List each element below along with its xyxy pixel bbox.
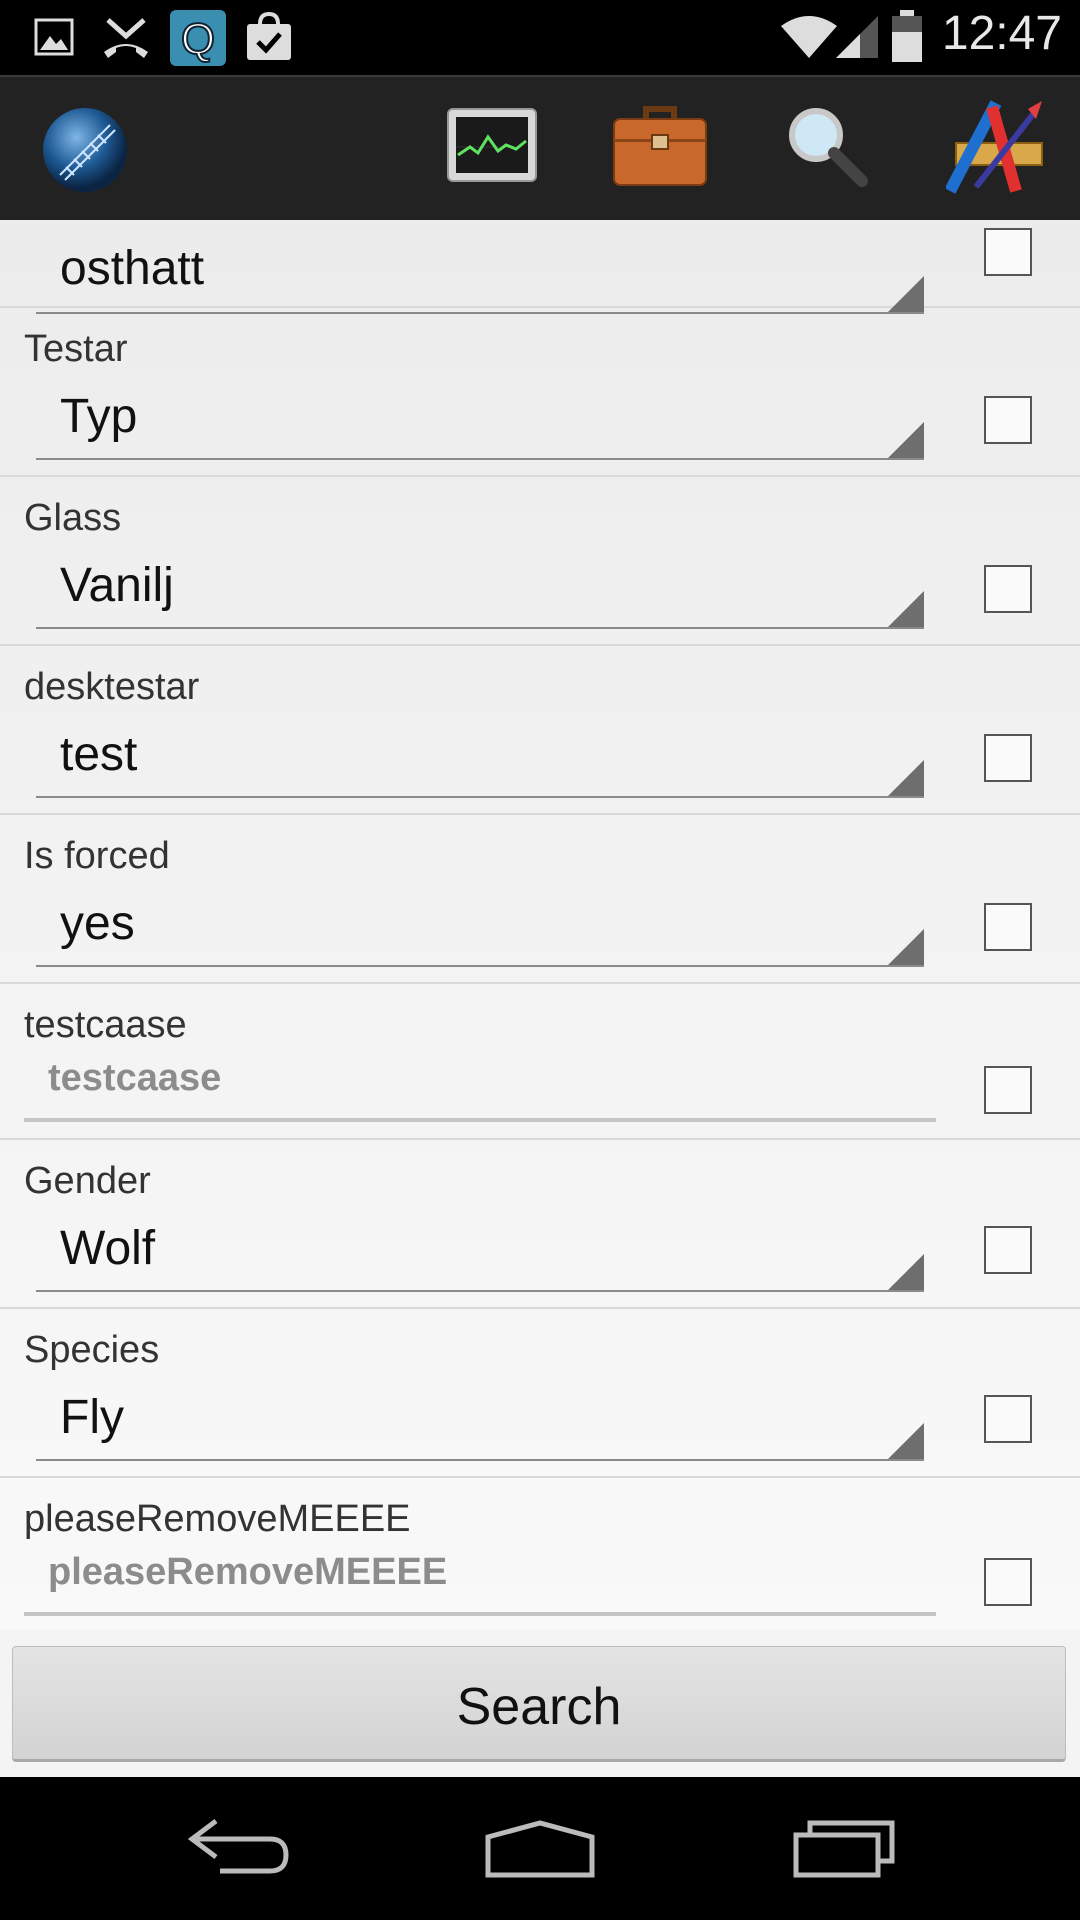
- dropdown-value: yes: [60, 897, 135, 950]
- dropdown-value: Vanilj: [60, 559, 174, 612]
- dropdown-spinner[interactable]: yes: [36, 887, 924, 967]
- checkbox[interactable]: [984, 903, 1032, 951]
- signal-icon: [836, 16, 878, 58]
- quick-app-icon: Q: [170, 10, 226, 66]
- dropdown-spinner[interactable]: Fly: [36, 1381, 924, 1461]
- search-button-label: Search: [456, 1678, 622, 1736]
- list-item: osthatt: [0, 220, 1080, 314]
- dropdown-arrow-icon: [888, 760, 924, 796]
- dropdown-value: osthatt: [60, 242, 205, 295]
- list-item: Glass Vanilj: [0, 477, 1080, 646]
- text-input[interactable]: testcaase: [24, 1048, 936, 1122]
- battery-icon: [892, 10, 922, 62]
- clock: 12:47: [941, 7, 1062, 60]
- navigation-bar: [0, 1777, 1080, 1920]
- briefcase-icon[interactable]: [612, 103, 708, 189]
- checkbox[interactable]: [984, 565, 1032, 613]
- search-button[interactable]: Search: [12, 1646, 1066, 1762]
- list-item: pleaseRemoveMEEEE pleaseRemoveMEEEE: [0, 1478, 1080, 1629]
- field-label: pleaseRemoveMEEEE: [24, 1498, 411, 1540]
- filter-list[interactable]: osthatt Testar Typ Glass Vanilj desktest…: [0, 220, 1080, 1629]
- text-input-placeholder: pleaseRemoveMEEEE: [48, 1551, 448, 1593]
- recent-apps-icon[interactable]: [792, 1817, 896, 1879]
- dropdown-spinner[interactable]: test: [36, 718, 924, 798]
- checkbox[interactable]: [984, 396, 1032, 444]
- checkbox[interactable]: [984, 1066, 1032, 1114]
- dropdown-value: test: [60, 728, 138, 781]
- dropdown-value: Typ: [60, 390, 138, 443]
- dropdown-arrow-icon: [888, 422, 924, 458]
- checkbox[interactable]: [984, 228, 1032, 276]
- dropdown-arrow-icon: [888, 591, 924, 627]
- list-item: Is forced yes: [0, 815, 1080, 984]
- dropdown-arrow-icon: [888, 929, 924, 965]
- list-item: desktestar test: [0, 646, 1080, 815]
- back-icon[interactable]: [186, 1815, 292, 1879]
- field-label: Is forced: [24, 835, 170, 877]
- dropdown-value: Fly: [60, 1391, 124, 1444]
- dropdown-arrow-icon: [888, 1254, 924, 1290]
- text-input-placeholder: testcaase: [48, 1057, 222, 1099]
- checkbox[interactable]: [984, 1395, 1032, 1443]
- gallery-notification-icon: [34, 18, 74, 56]
- field-label: Glass: [24, 497, 122, 539]
- status-bar: Q 12:47: [0, 0, 1080, 75]
- dropdown-spinner[interactable]: osthatt: [36, 234, 924, 314]
- search-magnifier-icon[interactable]: [784, 103, 868, 187]
- field-label: Gender: [24, 1160, 151, 1202]
- app-globe-icon[interactable]: [40, 105, 130, 195]
- checkbox[interactable]: [984, 1226, 1032, 1274]
- svg-text:Q: Q: [181, 15, 215, 64]
- checkbox[interactable]: [984, 734, 1032, 782]
- dropdown-arrow-icon: [888, 276, 924, 312]
- home-icon[interactable]: [484, 1819, 596, 1879]
- dropdown-spinner[interactable]: Vanilj: [36, 549, 924, 629]
- list-item: Gender Wolf: [0, 1140, 1080, 1309]
- dropdown-value: Wolf: [60, 1222, 156, 1275]
- list-item: Testar Typ: [0, 308, 1080, 477]
- wifi-icon: [781, 16, 837, 58]
- list-item: Species Fly: [0, 1309, 1080, 1478]
- action-bar: [0, 75, 1080, 222]
- field-label: Testar: [24, 328, 128, 370]
- field-label: testcaase: [24, 1004, 187, 1046]
- store-notification-icon: [247, 12, 291, 60]
- dropdown-spinner[interactable]: Wolf: [36, 1212, 924, 1292]
- checkbox[interactable]: [984, 1558, 1032, 1606]
- monitor-chart-icon[interactable]: [446, 107, 538, 185]
- missed-call-icon: [104, 18, 148, 58]
- field-label: Species: [24, 1329, 160, 1371]
- dropdown-spinner[interactable]: Typ: [36, 380, 924, 460]
- app-tools-icon[interactable]: [946, 99, 1046, 195]
- list-item: testcaase testcaase: [0, 984, 1080, 1140]
- field-label: desktestar: [24, 666, 200, 708]
- text-input[interactable]: pleaseRemoveMEEEE: [24, 1542, 936, 1616]
- dropdown-arrow-icon: [888, 1423, 924, 1459]
